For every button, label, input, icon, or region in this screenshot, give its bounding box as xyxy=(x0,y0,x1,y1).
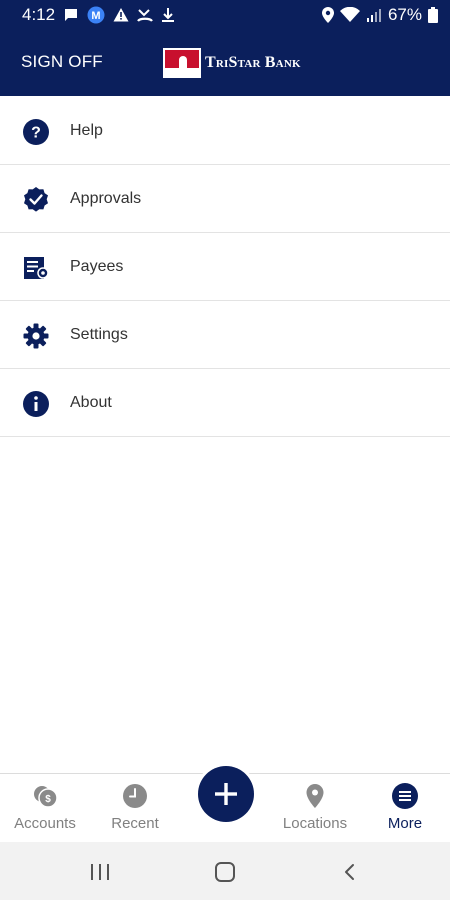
svg-text:?: ? xyxy=(31,125,41,142)
battery-percent: 67% xyxy=(387,5,422,24)
signal-icon xyxy=(366,7,382,23)
m-app-icon: M xyxy=(87,6,105,24)
menu-item-label: Help xyxy=(70,121,103,139)
gear-icon xyxy=(23,323,49,349)
warning-icon xyxy=(113,7,129,23)
menu-item-settings[interactable]: Settings xyxy=(0,301,450,369)
help-icon: ? xyxy=(23,119,49,145)
sign-off-button[interactable]: SIGN OFF xyxy=(21,52,103,72)
logo-mark-icon xyxy=(163,48,201,78)
tab-label: Recent xyxy=(111,815,159,832)
recent-apps-button[interactable] xyxy=(80,859,120,885)
menu-item-approvals[interactable]: Approvals xyxy=(0,165,450,233)
tab-accounts[interactable]: $ Accounts xyxy=(0,774,90,843)
tab-label: More xyxy=(387,815,423,832)
menu-item-about[interactable]: About xyxy=(0,369,450,437)
status-time: 4:12 xyxy=(22,5,56,24)
info-icon xyxy=(23,391,49,417)
menu-icon xyxy=(392,783,418,809)
svg-text:$: $ xyxy=(45,794,51,805)
tab-recent[interactable]: Recent xyxy=(90,774,180,843)
bank-logo: TriStar Bank xyxy=(163,48,301,78)
message-icon xyxy=(63,7,79,23)
back-icon xyxy=(345,864,354,880)
recent-apps-icon xyxy=(91,864,109,880)
menu-item-payees[interactable]: Payees xyxy=(0,233,450,301)
tab-label: Locations xyxy=(282,815,348,832)
menu-item-label: Approvals xyxy=(70,189,142,207)
status-bar: 4:12 M 67% xyxy=(0,0,450,30)
payees-icon xyxy=(24,257,49,279)
approvals-badge-icon xyxy=(24,187,48,212)
plus-icon xyxy=(215,783,237,805)
accounts-icon: $ xyxy=(34,786,58,808)
clock-icon xyxy=(123,784,147,808)
tab-label: Accounts xyxy=(14,815,76,832)
more-menu-list: ? Help Approvals Payees Settings About xyxy=(0,97,450,437)
location-pin-icon xyxy=(306,784,324,808)
tab-more[interactable]: More xyxy=(360,774,450,843)
back-button[interactable] xyxy=(330,859,370,885)
location-icon xyxy=(321,7,334,23)
tab-locations[interactable]: Locations xyxy=(270,774,360,843)
menu-item-label: About xyxy=(70,393,112,411)
missed-call-icon xyxy=(137,7,154,23)
add-action-button[interactable] xyxy=(198,766,254,822)
home-icon xyxy=(215,862,235,882)
download-icon xyxy=(161,7,175,23)
menu-item-label: Payees xyxy=(70,257,124,275)
logo-text: TriStar Bank xyxy=(205,54,301,71)
menu-item-help[interactable]: ? Help xyxy=(0,97,450,165)
system-navigation-bar xyxy=(0,842,450,900)
home-button[interactable] xyxy=(205,859,245,885)
svg-text:M: M xyxy=(92,10,101,22)
menu-item-label: Settings xyxy=(70,325,128,343)
wifi-icon xyxy=(339,7,360,23)
battery-icon xyxy=(428,7,438,23)
app-header: SIGN OFF TriStar Bank xyxy=(0,30,450,96)
